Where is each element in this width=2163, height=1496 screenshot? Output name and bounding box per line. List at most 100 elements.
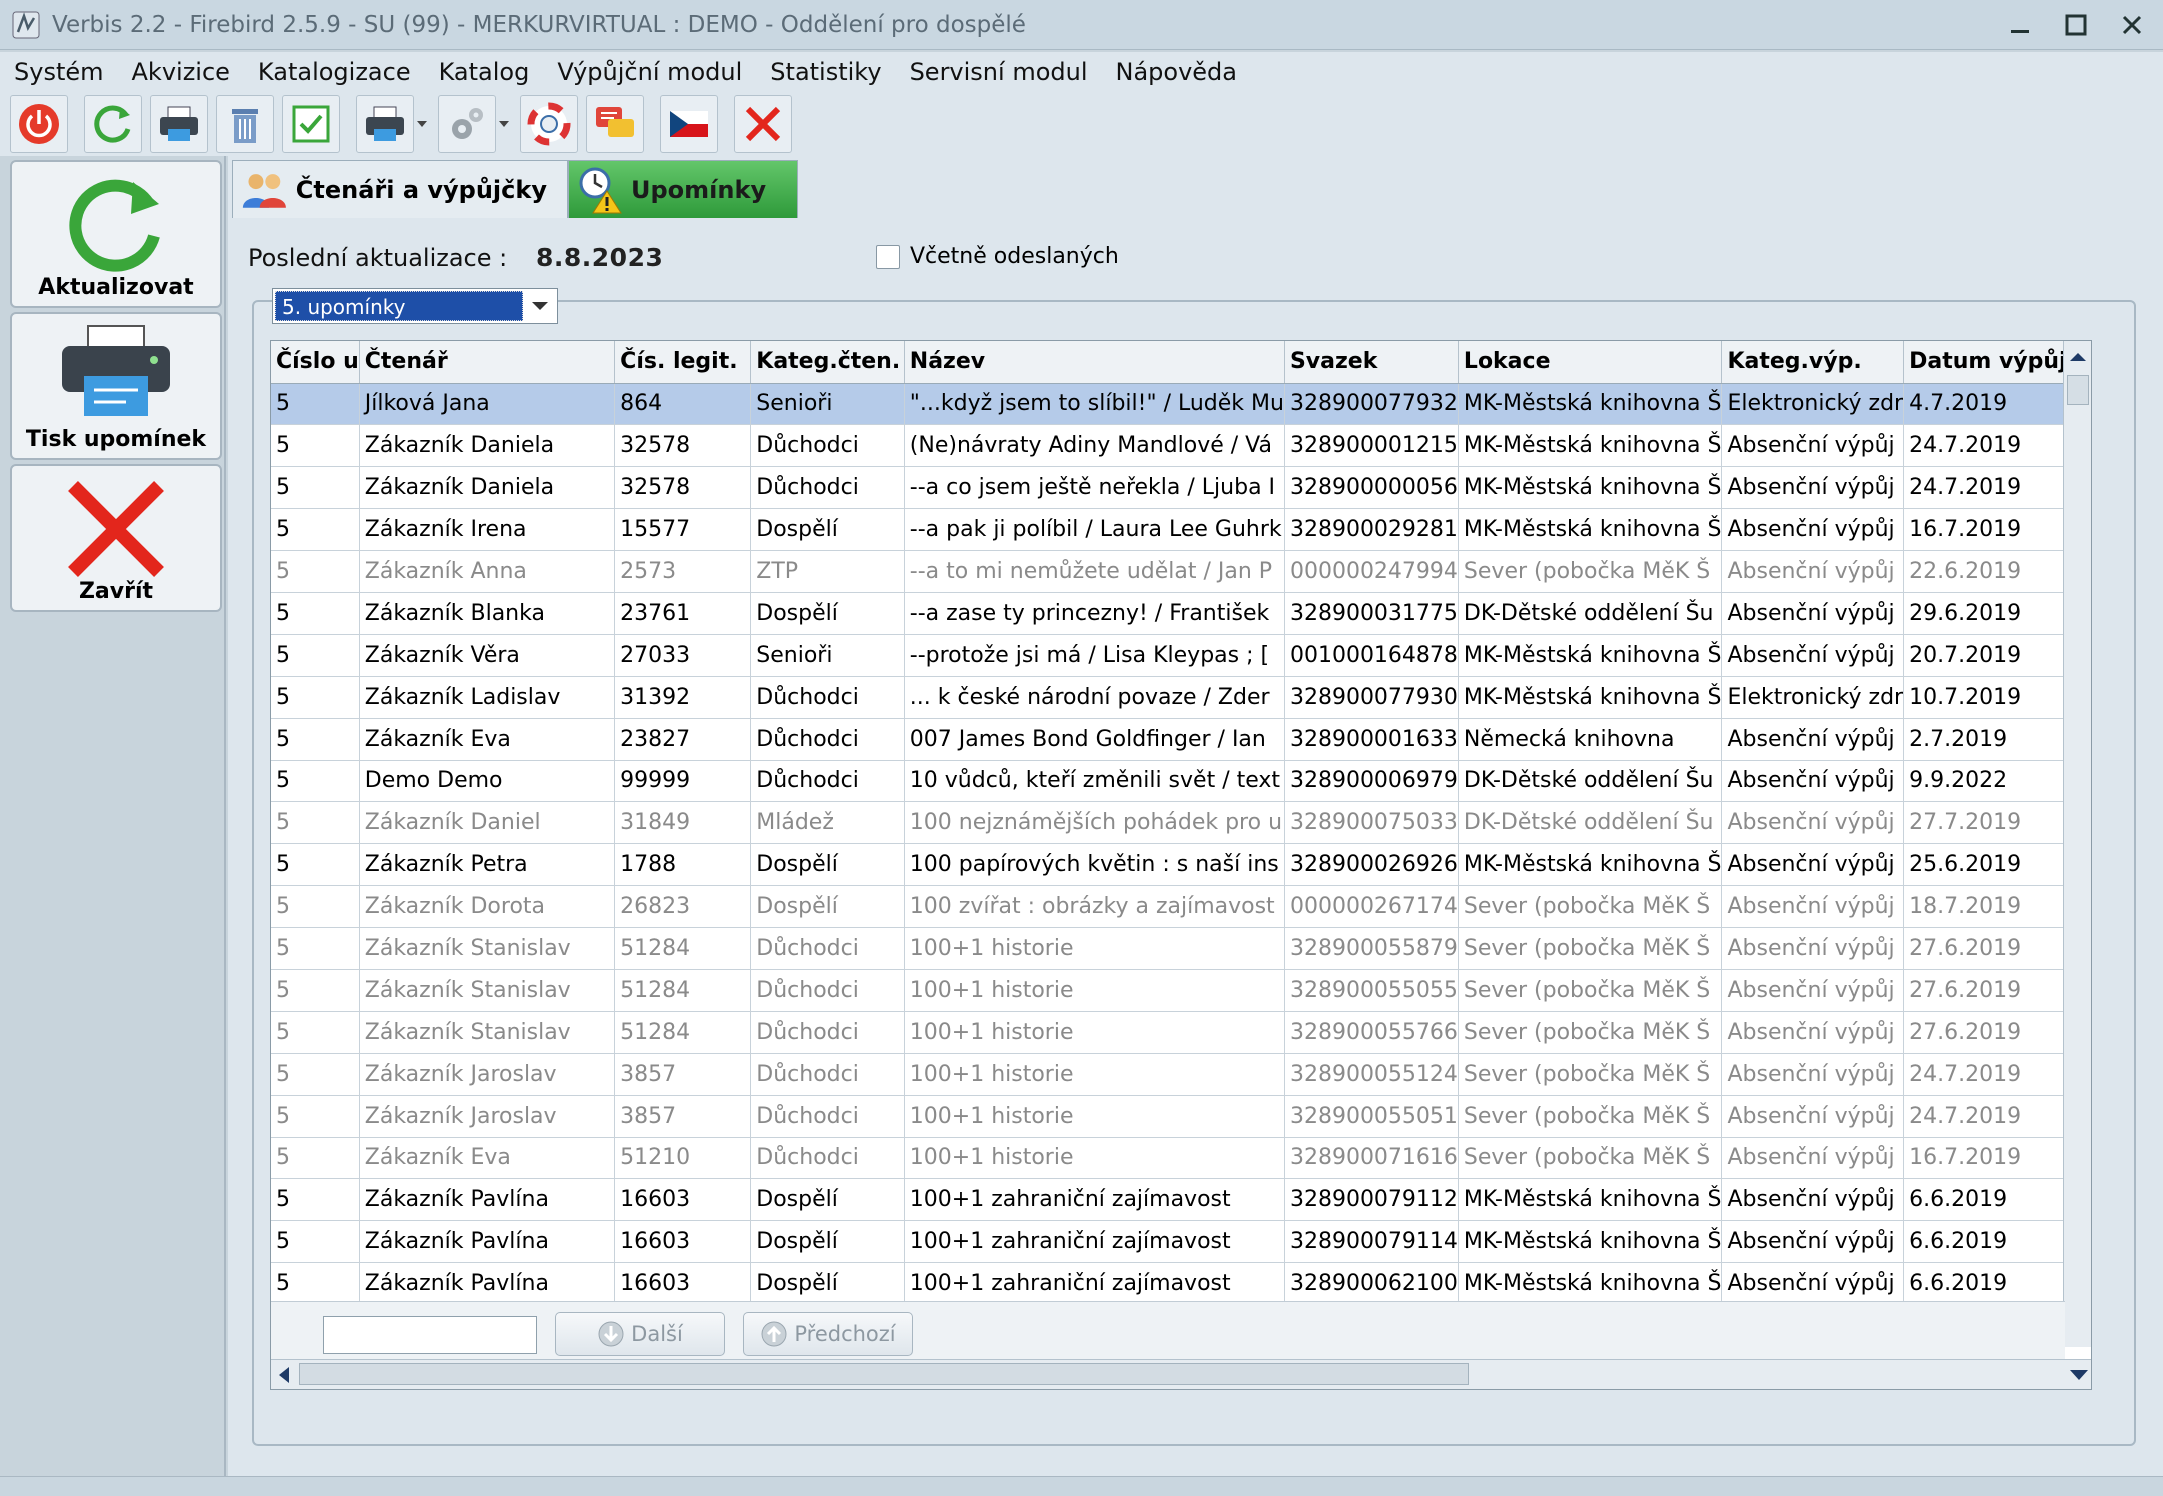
- menu-loans[interactable]: Výpůjční modul: [557, 58, 742, 86]
- czech-flag-icon: [670, 111, 708, 137]
- col-reader[interactable]: Čtenář: [359, 341, 616, 384]
- col-card-number[interactable]: Čís. legit.: [614, 341, 752, 384]
- table-row[interactable]: 5 Zákazník Daniel 31849 Mládež 100 nejznáměj…: [271, 801, 2091, 845]
- help-button[interactable]: [520, 95, 578, 153]
- chevron-left-icon[interactable]: [277, 1366, 291, 1384]
- cell-reader: Zákazník Pavlína: [359, 1262, 616, 1306]
- table-row[interactable]: 5 Zákazník Pavlína 16603 Dospělí 100+1 zahra…: [271, 1220, 2091, 1264]
- tab-readers-loans[interactable]: Čtenáři a výpůjčky: [232, 160, 568, 218]
- refresh-button[interactable]: Aktualizovat: [10, 160, 222, 308]
- cell-location: MK-Městská knihovna Š: [1458, 1262, 1723, 1306]
- cell-loan-category: Absenční výpůj: [1721, 760, 1905, 803]
- close-button[interactable]: Zavřít: [10, 464, 222, 612]
- messages-button[interactable]: [586, 95, 644, 153]
- cell-loan-category: Absenční výpůj: [1721, 1011, 1905, 1054]
- cell-card-number: 3857: [614, 1095, 752, 1138]
- include-sent-checkbox[interactable]: Včetně odeslaných: [876, 244, 1119, 269]
- table-row[interactable]: 5 Zákazník Jaroslav 3857 Důchodci 100+1 hist…: [271, 1053, 2091, 1096]
- menu-cataloguing[interactable]: Katalogizace: [258, 58, 411, 86]
- scroll-down-icon[interactable]: [2069, 1368, 2089, 1382]
- horizontal-scrollbar[interactable]: [271, 1359, 2091, 1389]
- table-row[interactable]: 5 Jílková Jana 864 Senioři "...když jsem to …: [271, 383, 2091, 426]
- table-row[interactable]: 5 Zákazník Blanka 23761 Dospělí --a zase ty …: [271, 592, 2091, 635]
- arrow-down-circle-icon: [598, 1321, 624, 1347]
- table-row[interactable]: 5 Zákazník Daniela 32578 Důchodci (Ne)návrat…: [271, 424, 2091, 468]
- select-arrow[interactable]: [523, 289, 557, 323]
- menu-catalog[interactable]: Katalog: [439, 58, 530, 86]
- confirm-toolbar-button[interactable]: [282, 95, 340, 153]
- menu-statistics[interactable]: Statistiky: [770, 58, 881, 86]
- col-loan-category[interactable]: Kateg.výp.: [1721, 341, 1905, 384]
- cell-card-number: 31849: [614, 801, 752, 845]
- table-row[interactable]: 5 Zákazník Irena 15577 Dospělí --a pak ji po…: [271, 508, 2091, 552]
- checkbox-box[interactable]: [876, 244, 900, 269]
- table-row[interactable]: 5 Demo Demo 99999 Důchodci 10 vůdců, kteří z…: [271, 760, 2091, 803]
- cell-card-number: 1788: [614, 843, 752, 887]
- main-area: Čtenáři a výpůjčky Upomínky Poslední akt…: [228, 156, 2163, 1476]
- cell-volume: 328900029281: [1284, 508, 1459, 552]
- table-row[interactable]: 5 Zákazník Ladislav 31392 Důchodci... k čes…: [271, 676, 2091, 719]
- close-icon: [68, 481, 164, 577]
- cell-location: Sever (pobočka MěK Š: [1458, 1137, 1723, 1180]
- cell-reader-category: Důchodci: [750, 718, 905, 761]
- col-location[interactable]: Lokace: [1458, 341, 1723, 384]
- vertical-scrollbar[interactable]: [2063, 341, 2091, 1347]
- cell-loan-category: Absenční výpůj: [1721, 969, 1905, 1012]
- close-window-button[interactable]: [2115, 8, 2149, 42]
- cell-loan-category: Absenční výpůj: [1721, 843, 1905, 887]
- table-row[interactable]: 5 Zákazník Anna 2573 ZTP --a to mi nemůžete …: [271, 550, 2091, 593]
- refresh-toolbar-button[interactable]: [84, 95, 142, 153]
- table-row[interactable]: 5 Zákazník Daniela 32578 Důchodci --a co jse…: [271, 466, 2091, 510]
- col-volume[interactable]: Svazek: [1284, 341, 1459, 384]
- table-row[interactable]: 5 Zákazník Stanislav 51284 Důchodci 100+1 hi…: [271, 1011, 2091, 1054]
- vertical-scroll-thumb[interactable]: [2067, 375, 2089, 405]
- settings-button[interactable]: [438, 95, 496, 153]
- table-row[interactable]: 5 Zákazník Pavlína 16603 Dospělí 100+1 zahra…: [271, 1262, 2091, 1306]
- print-toolbar-button[interactable]: [150, 95, 208, 153]
- next-button[interactable]: Další: [555, 1312, 725, 1356]
- print-options-button[interactable]: [356, 95, 414, 153]
- col-title[interactable]: Název: [904, 341, 1285, 384]
- chat-icon: [596, 107, 634, 137]
- tab-readers-label: Čtenáři a výpůjčky: [295, 175, 547, 204]
- reminder-level-select[interactable]: 5. upomínky: [272, 288, 558, 324]
- minimize-button[interactable]: [2003, 8, 2037, 42]
- cell-card-number: 864: [614, 383, 752, 426]
- scroll-up-button[interactable]: [2064, 343, 2091, 371]
- maximize-button[interactable]: [2059, 8, 2093, 42]
- menu-service[interactable]: Servisní modul: [910, 58, 1088, 86]
- search-input[interactable]: [323, 1316, 537, 1354]
- col-loan-date[interactable]: Datum výpůj: [1903, 341, 2068, 384]
- cell-reminder-number: 5: [271, 760, 360, 803]
- menu-acquisition[interactable]: Akvizice: [132, 58, 230, 86]
- language-czech-button[interactable]: [660, 95, 718, 153]
- delete-toolbar-button[interactable]: [216, 95, 274, 153]
- col-reminder-number[interactable]: Číslo u: [271, 341, 360, 384]
- menu-system[interactable]: Systém: [14, 58, 104, 86]
- cell-title: ... k české národní povaze / Zder: [904, 676, 1285, 719]
- table-row[interactable]: 5 Zákazník Eva 51210 Důchodci 100+1 historie…: [271, 1137, 2091, 1180]
- table-row[interactable]: 5 Zákazník Věra 27033 Senioři --protože jsi …: [271, 634, 2091, 677]
- cell-reader-category: Důchodci: [750, 1137, 905, 1180]
- print-dropdown-arrow[interactable]: [414, 95, 430, 153]
- cell-loan-date: 18.7.2019: [1903, 885, 2068, 929]
- cell-reader: Demo Demo: [359, 760, 616, 803]
- table-row[interactable]: 5 Zákazník Stanislav 51284 Důchodci 100+1 hi…: [271, 969, 2091, 1012]
- horizontal-scroll-thumb[interactable]: [299, 1363, 1469, 1385]
- power-button[interactable]: [10, 95, 68, 153]
- menu-help[interactable]: Nápověda: [1116, 58, 1238, 86]
- settings-dropdown-arrow[interactable]: [496, 95, 512, 153]
- tab-reminders[interactable]: Upomínky: [568, 160, 798, 218]
- table-row[interactable]: 5 Zákazník Jaroslav 3857 Důchodci 100+1 hist…: [271, 1095, 2091, 1138]
- close-toolbar-button[interactable]: [734, 95, 792, 153]
- print-reminders-button[interactable]: Tisk upomínek: [10, 312, 222, 460]
- cell-volume: 328900075033: [1284, 801, 1459, 845]
- table-row[interactable]: 5 Zákazník Dorota 26823 Dospělí 100 zvířat :…: [271, 885, 2091, 929]
- table-row[interactable]: 5 Zákazník Pavlína 16603 Dospělí 100+1 zahra…: [271, 1178, 2091, 1222]
- cell-reader: Zákazník Daniel: [359, 801, 616, 845]
- col-reader-category[interactable]: Kateg.čten.: [750, 341, 905, 384]
- previous-button[interactable]: Předchozí: [743, 1312, 913, 1356]
- table-row[interactable]: 5 Zákazník Stanislav 51284 Důchodci 100+1 hi…: [271, 927, 2091, 970]
- table-row[interactable]: 5 Zákazník Petra 1788 Dospělí 100 papírových…: [271, 843, 2091, 887]
- table-row[interactable]: 5 Zákazník Eva 23827 Důchodci 007 James Bond…: [271, 718, 2091, 761]
